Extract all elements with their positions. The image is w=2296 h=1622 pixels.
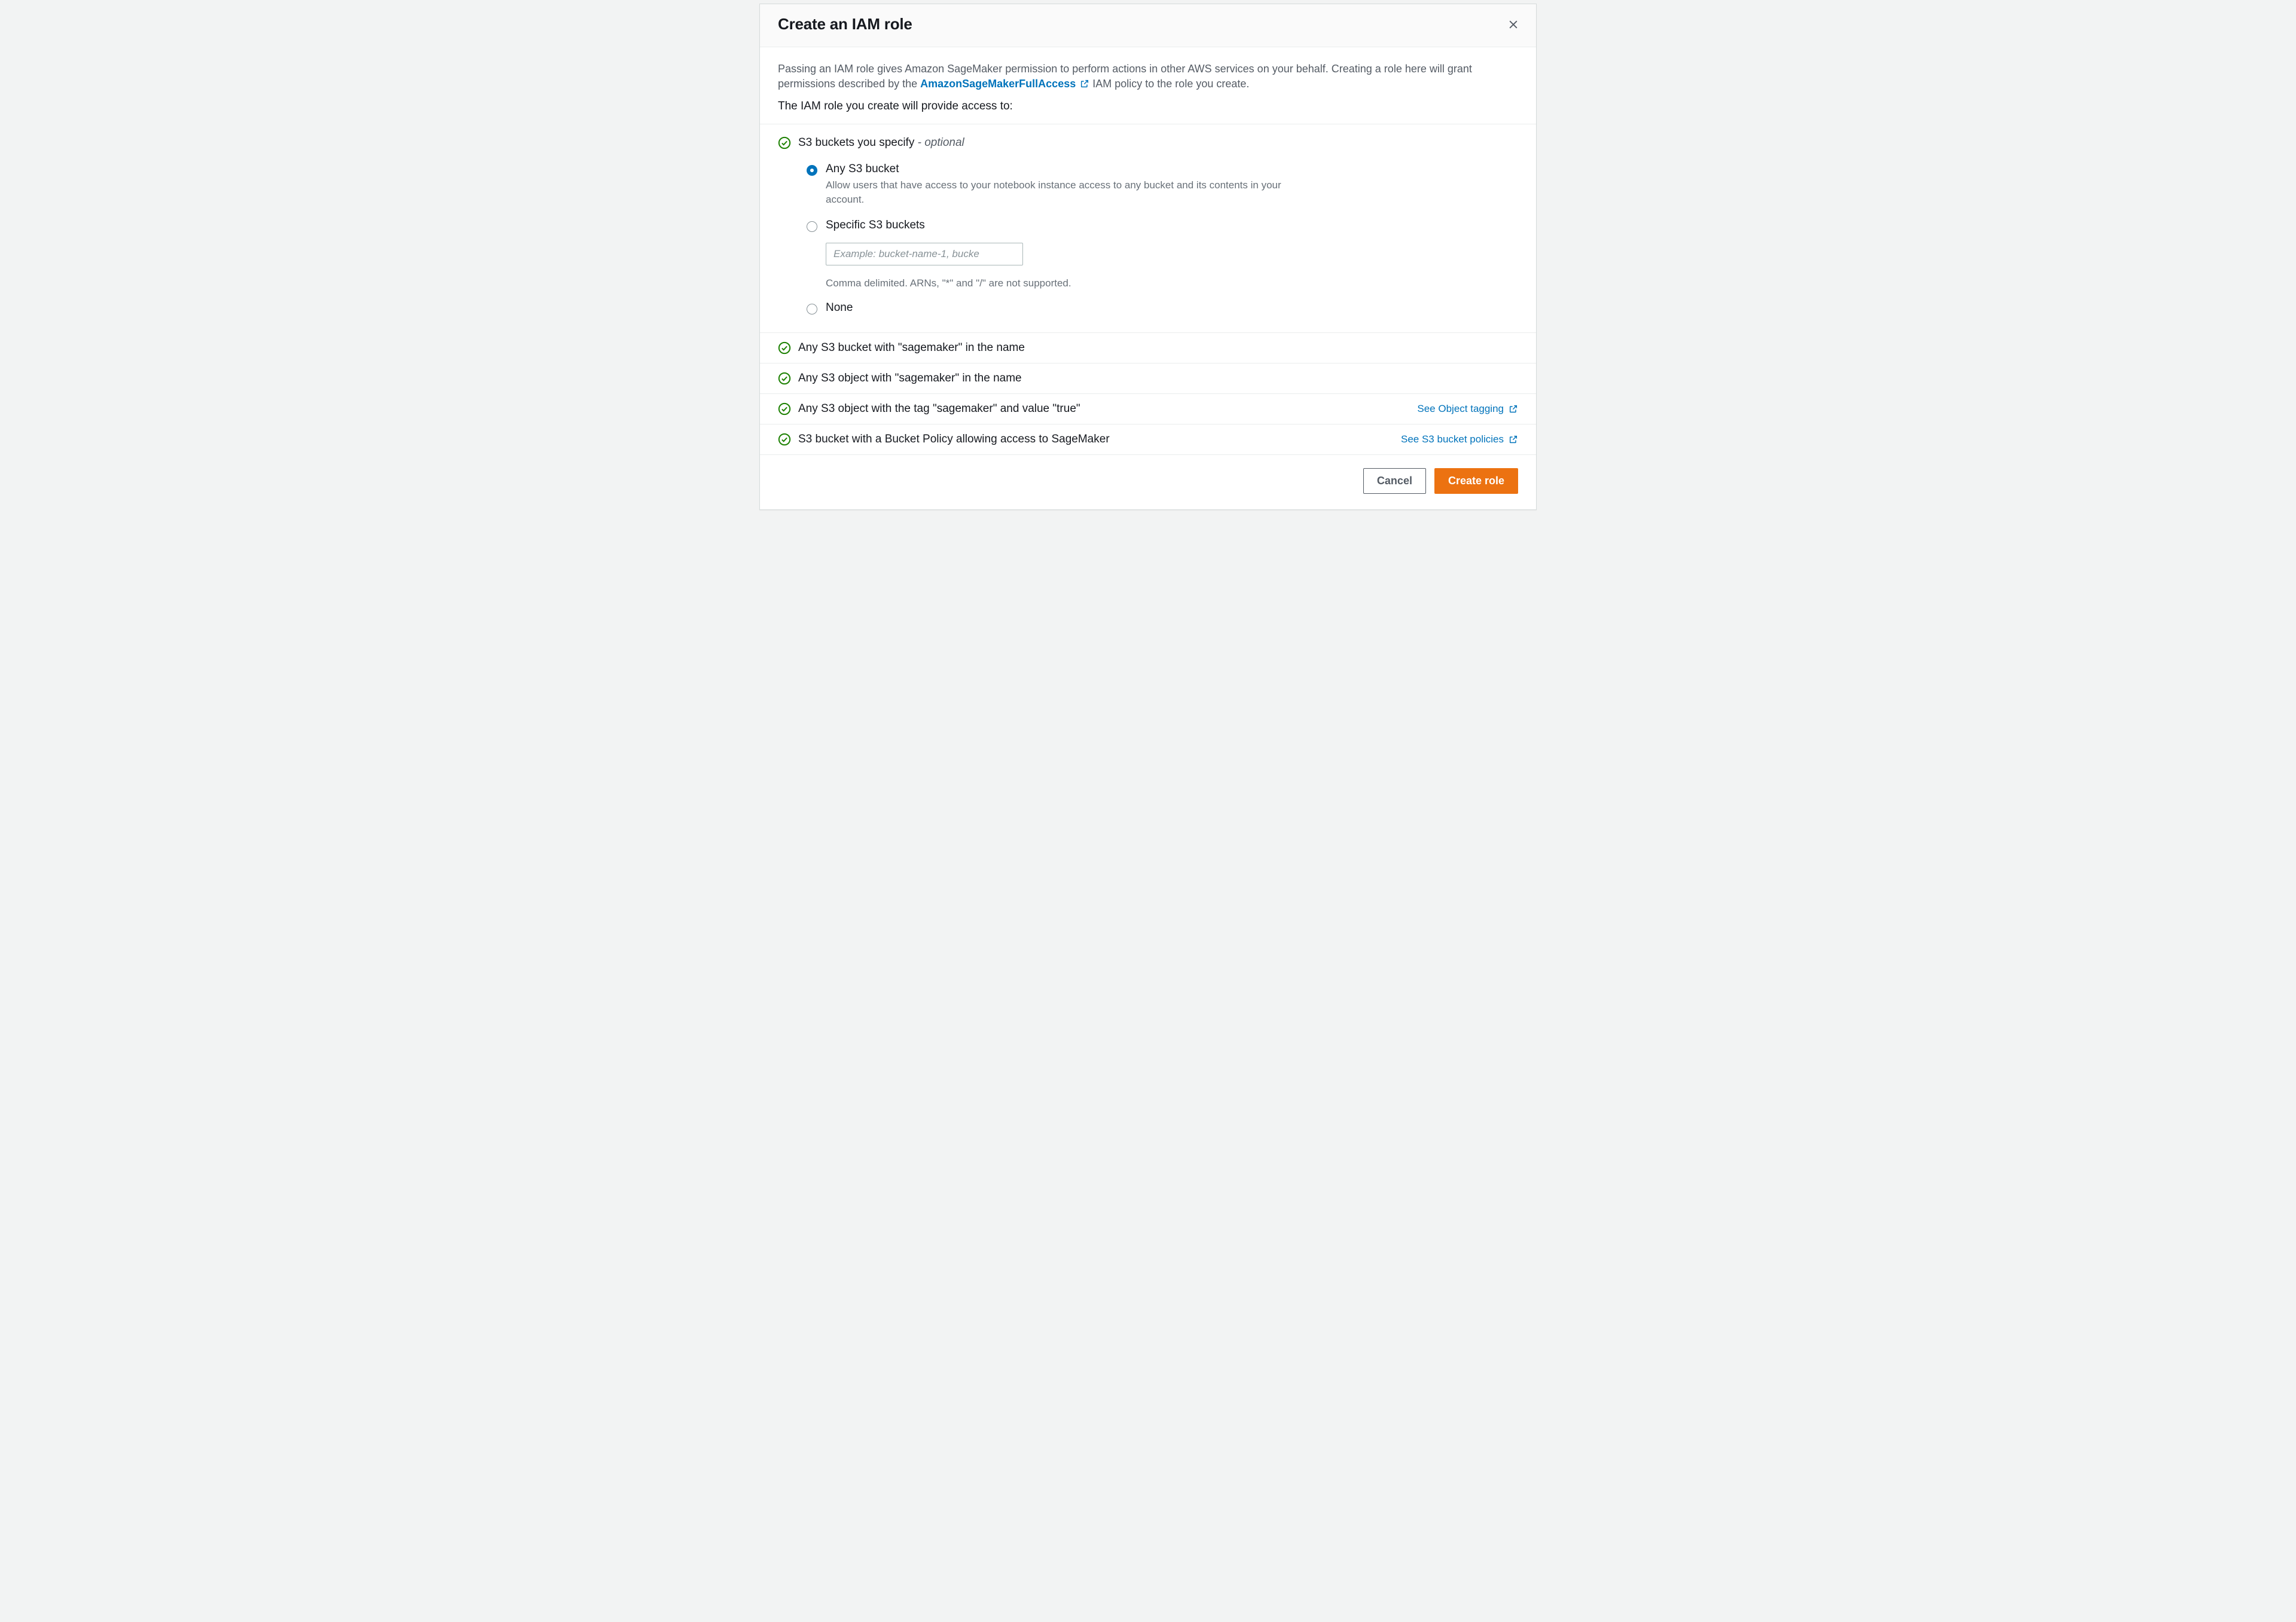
close-icon[interactable] [1507, 19, 1519, 30]
perm-row-tag-sagemaker-true: Any S3 object with the tag "sagemaker" a… [760, 394, 1536, 424]
intro-link-text: AmazonSageMakerFullAccess [920, 78, 1076, 90]
external-link-icon [1509, 404, 1518, 414]
s3-specify-title-optional: - optional [918, 136, 964, 149]
s3-specify-title: S3 buckets you specify - optional [798, 136, 1518, 149]
amazon-sagemaker-full-access-link[interactable]: AmazonSageMakerFullAccess [920, 78, 1089, 90]
access-sections: S3 buckets you specify - optional Any S3… [760, 124, 1536, 455]
radio-circle-none[interactable] [807, 304, 817, 314]
modal-footer: Cancel Create role [760, 455, 1536, 509]
perm-row-sagemaker-object: Any S3 object with "sagemaker" in the na… [760, 364, 1536, 394]
radio-circle-any[interactable] [807, 165, 817, 176]
check-circle-icon [778, 341, 791, 355]
modal-title: Create an IAM role [778, 15, 912, 33]
check-circle-icon [778, 402, 791, 416]
check-circle-icon [778, 433, 791, 446]
radio-any-desc: Allow users that have access to your not… [826, 178, 1316, 207]
radio-none-label: None [826, 301, 1518, 314]
radio-none-content: None [826, 301, 1518, 317]
radio-specific-s3[interactable]: Specific S3 buckets Comma delimited. ARN… [798, 219, 1518, 289]
radio-none[interactable]: None [798, 301, 1518, 317]
perm-row-label: Any S3 object with the tag "sagemaker" a… [798, 402, 1410, 416]
create-role-button[interactable]: Create role [1434, 468, 1518, 494]
modal-header: Create an IAM role [760, 4, 1536, 47]
radio-circle-specific[interactable] [807, 221, 817, 232]
check-circle-icon [778, 372, 791, 385]
external-link-icon [1080, 79, 1089, 88]
perm-row-sagemaker-bucket: Any S3 bucket with "sagemaker" in the na… [760, 333, 1536, 364]
cancel-button[interactable]: Cancel [1363, 468, 1426, 494]
specific-buckets-hint: Comma delimited. ARNs, "*" and "/" are n… [826, 277, 1518, 289]
external-link-icon [1509, 435, 1518, 444]
radio-any-label: Any S3 bucket [826, 163, 1518, 176]
radio-any-s3[interactable]: Any S3 bucket Allow users that have acce… [798, 163, 1518, 207]
perm-row-bucket-policy: S3 bucket with a Bucket Policy allowing … [760, 424, 1536, 455]
s3-radio-group: Any S3 bucket Allow users that have acce… [798, 163, 1518, 317]
intro-text-after: IAM policy to the role you create. [1089, 78, 1249, 90]
perm-row-label: S3 bucket with a Bucket Policy allowing … [798, 433, 1394, 446]
check-circle-icon [778, 136, 791, 149]
s3-specify-title-main: S3 buckets you specify [798, 136, 918, 149]
s3-specify-body: S3 buckets you specify - optional Any S3… [798, 136, 1518, 317]
see-s3-bucket-policies-link[interactable]: See S3 bucket policies [1401, 433, 1518, 445]
create-iam-role-modal: Create an IAM role Passing an IAM role g… [759, 4, 1537, 510]
see-s3-bucket-policies-text: See S3 bucket policies [1401, 433, 1504, 445]
radio-specific-label: Specific S3 buckets [826, 219, 1518, 232]
see-object-tagging-link[interactable]: See Object tagging [1417, 403, 1518, 415]
see-object-tagging-text: See Object tagging [1417, 403, 1504, 415]
intro-text: Passing an IAM role gives Amazon SageMak… [778, 62, 1518, 91]
s3-specify-section: S3 buckets you specify - optional Any S3… [760, 124, 1536, 333]
radio-any-content: Any S3 bucket Allow users that have acce… [826, 163, 1518, 207]
specific-buckets-input[interactable] [826, 243, 1023, 265]
access-subheading: The IAM role you create will provide acc… [778, 100, 1518, 113]
perm-row-label: Any S3 object with "sagemaker" in the na… [798, 372, 1518, 385]
radio-specific-content: Specific S3 buckets Comma delimited. ARN… [826, 219, 1518, 289]
perm-row-label: Any S3 bucket with "sagemaker" in the na… [798, 341, 1518, 355]
modal-intro: Passing an IAM role gives Amazon SageMak… [760, 47, 1536, 124]
